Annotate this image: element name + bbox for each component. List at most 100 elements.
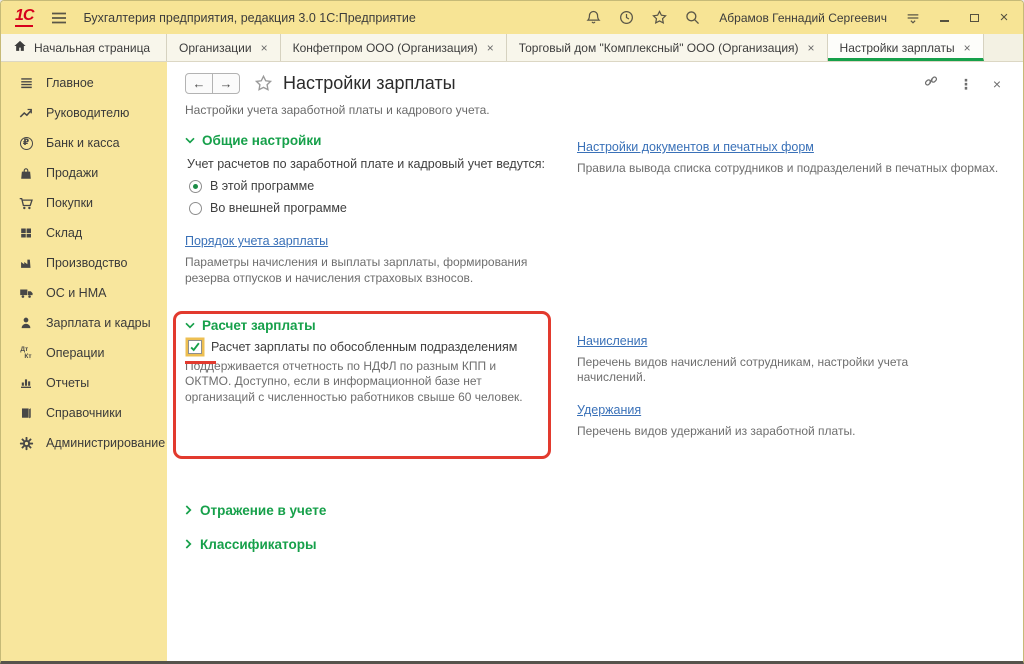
tabbar: Начальная страницаОрганизации×Конфетпром… [1,34,1023,62]
sidebar-item-label: Операции [46,346,104,360]
history-icon[interactable] [618,9,635,26]
minimize-button[interactable] [937,11,951,25]
tab-label: Начальная страница [34,41,150,55]
ruble-circle-icon: ₽ [17,135,35,151]
window-close-icon[interactable]: × [997,11,1011,25]
favorites-star-icon[interactable] [651,9,668,26]
tab-label: Торговый дом "Комплексный" ООО (Организа… [519,41,799,55]
page-title: Настройки зарплаты [283,73,456,94]
sidebar-item-label: Администрирование [46,436,165,450]
barchart-icon [17,375,35,391]
link-accruals-desc: Перечень видов начислений сотрудникам, н… [577,355,972,387]
sidebar-item-reports[interactable]: Отчеты [1,368,167,398]
link-payroll-accounting-order[interactable]: Порядок учета зарплаты [185,234,328,248]
link-deductions-desc: Перечень видов удержаний из заработной п… [577,424,972,440]
sidebar-item-sales[interactable]: Продажи [1,158,167,188]
collapsed-section-label: Классификаторы [200,537,316,552]
notifications-bell-icon[interactable] [585,9,602,26]
tab-label: Конфетпром ООО (Организация) [293,41,478,55]
hide-panels-icon[interactable] [905,10,921,26]
close-form-icon[interactable]: × [993,77,1001,91]
sidebar-item-warehouse[interactable]: Склад [1,218,167,248]
payroll-separate-divisions-desc: Поддерживается отчетность по НДФЛ по раз… [185,359,533,406]
window-title: Бухгалтерия предприятия, редакция 3.0 1С… [83,11,415,25]
sidebar-item-manager[interactable]: Руководителю [1,98,167,128]
tab-close-icon[interactable]: × [808,41,815,55]
tabbar-empty-space [984,34,1023,61]
1c-logo: 1С [15,8,33,27]
radio-option-0[interactable]: В этой программе [189,179,577,193]
link-accruals[interactable]: Начисления [577,334,647,348]
maximize-button[interactable] [967,11,981,25]
sidebar-item-production[interactable]: Производство [1,248,167,278]
tab-konfetprom[interactable]: Конфетпром ООО (Организация) × [281,34,507,61]
tab-close-icon[interactable]: × [964,41,971,55]
general-lead-text: Учет расчетов по заработной плате и кадр… [187,157,577,171]
payroll-separate-divisions-label: Расчет зарплаты по обособленным подразде… [211,340,517,354]
sidebar-item-label: Справочники [46,406,122,420]
main-menu-icon[interactable] [51,11,67,25]
home-icon [13,39,27,56]
section-header-accounting-reflection[interactable]: Отражение в учете [185,503,577,518]
app-window: 1С Бухгалтерия предприятия, редакция 3.0… [0,0,1024,664]
sidebar-item-bank-cash[interactable]: ₽ Банк и касса [1,128,167,158]
link-documents-print-forms[interactable]: Настройки документов и печатных форм [577,140,814,154]
tab-label: Организации [179,41,252,55]
dtkt-icon: ДтКт [17,345,35,361]
checkmark-icon [189,341,201,353]
search-icon[interactable] [684,9,701,26]
radio-unselected[interactable] [189,202,202,215]
trend-icon [17,105,35,121]
sidebar-item-label: Зарплата и кадры [46,316,151,330]
sidebar-item-administration[interactable]: Администрирование [1,428,167,458]
truck-icon [17,285,35,301]
tab-organizations[interactable]: Организации × [167,34,281,61]
annotation-underline [185,361,216,365]
section-header-general[interactable]: Общие настройки [185,133,577,148]
boxes-icon [17,225,35,241]
collapsed-section-label: Отражение в учете [200,503,326,518]
gear-icon [17,435,35,451]
sidebar-item-label: Главное [46,76,94,90]
radio-label: Во внешней программе [210,201,347,215]
sidebar-item-directories[interactable]: Справочники [1,398,167,428]
section-payroll-calc: Расчет зарплаты Расчет зарплаты по обосо… [185,318,537,455]
radio-selected[interactable] [189,180,202,193]
sidebar-item-main[interactable]: Главное [1,68,167,98]
sidebar-item-label: Производство [46,256,128,270]
section-header-classifiers[interactable]: Классификаторы [185,537,577,552]
more-actions-icon[interactable]: ⋮ [959,77,973,91]
tab-trade-house[interactable]: Торговый дом "Комплексный" ООО (Организа… [507,34,828,61]
sidebar: ГлавноеРуководителю₽Банк и кассаПродажиП… [1,62,167,661]
chevron-right-icon [185,537,192,552]
sidebar-item-purchases[interactable]: Покупки [1,188,167,218]
tab-home[interactable]: Начальная страница [1,34,167,61]
back-button[interactable]: ← [185,73,213,94]
current-user[interactable]: Абрамов Геннадий Сергеевич [719,11,887,25]
sidebar-item-fixed-assets[interactable]: ОС и НМА [1,278,167,308]
link-documents-print-forms-desc: Правила вывода списка сотрудников и подр… [577,161,1007,177]
main-content: ← → Настройки зарплаты ⋮ × Настройки уче… [167,62,1023,661]
radio-option-1[interactable]: Во внешней программе [189,201,577,215]
sidebar-item-salary-hr[interactable]: Зарплата и кадры [1,308,167,338]
get-link-icon[interactable] [923,73,939,94]
bag-icon [17,165,35,181]
titlebar: 1С Бухгалтерия предприятия, редакция 3.0… [1,1,1023,34]
link-deductions[interactable]: Удержания [577,403,641,417]
sidebar-item-label: ОС и НМА [46,286,106,300]
menu-icon [17,75,35,91]
radio-group-payroll-program: В этой программе Во внешней программе [185,179,577,215]
add-favorite-star-icon[interactable] [254,74,273,93]
collapsed-sections: Отражение в учете Классификаторы [167,487,1023,571]
tab-close-icon[interactable]: × [261,41,268,55]
chevron-down-icon [185,322,195,329]
link-group-accruals: Начисления Перечень видов начислений сотр… [577,332,1013,387]
tab-salary-settings[interactable]: Настройки зарплаты× [828,34,984,61]
section-header-payroll-calc[interactable]: Расчет зарплаты [185,318,537,333]
sidebar-item-label: Банк и касса [46,136,120,150]
sidebar-item-operations[interactable]: ДтКт Операции [1,338,167,368]
forward-button[interactable]: → [212,73,240,94]
tab-close-icon[interactable]: × [487,41,494,55]
page-subtitle: Настройки учета заработной платы и кадро… [185,103,1023,117]
payroll-separate-divisions-checkbox[interactable] [188,340,202,354]
